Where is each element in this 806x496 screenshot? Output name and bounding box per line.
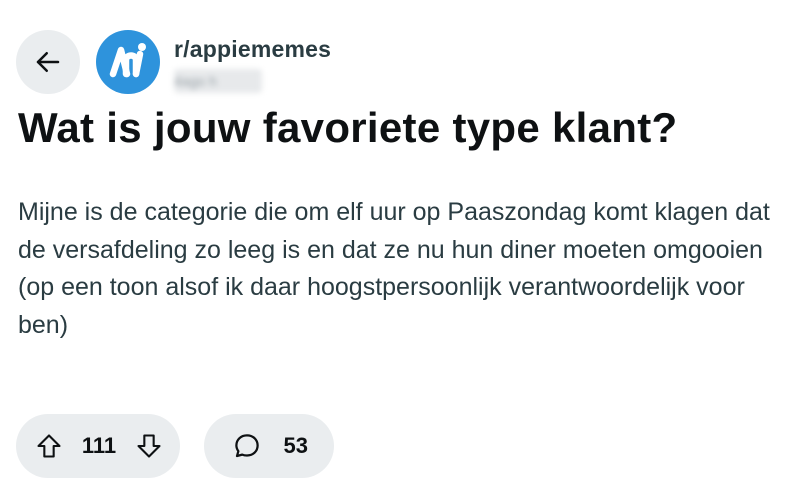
arrow-left-icon	[36, 52, 60, 72]
subreddit-name[interactable]: r/appiememes	[174, 36, 331, 63]
vote-pill: 111	[16, 414, 180, 478]
upvote-button[interactable]	[32, 429, 66, 463]
comments-button[interactable]: 53	[204, 414, 334, 478]
post-timestamp: 4ago h	[174, 69, 262, 93]
post-header: r/appiememes 4ago h	[16, 30, 331, 94]
post-actions: 111 53	[16, 414, 334, 478]
downvote-arrow-icon	[137, 434, 161, 458]
upvote-arrow-icon	[37, 434, 61, 458]
post-meta: r/appiememes 4ago h	[174, 36, 331, 93]
comment-bubble-icon	[235, 434, 259, 458]
post-body: Mijne is de categorie die om elf uur op …	[18, 198, 770, 339]
post-title: Wat is jouw favoriete type klant?	[18, 104, 678, 151]
downvote-button[interactable]	[132, 429, 166, 463]
comment-count: 53	[283, 433, 308, 458]
ah-logo-icon	[109, 43, 146, 78]
subreddit-avatar[interactable]	[96, 30, 160, 94]
vote-count: 111	[81, 433, 117, 458]
back-button[interactable]	[16, 30, 80, 94]
